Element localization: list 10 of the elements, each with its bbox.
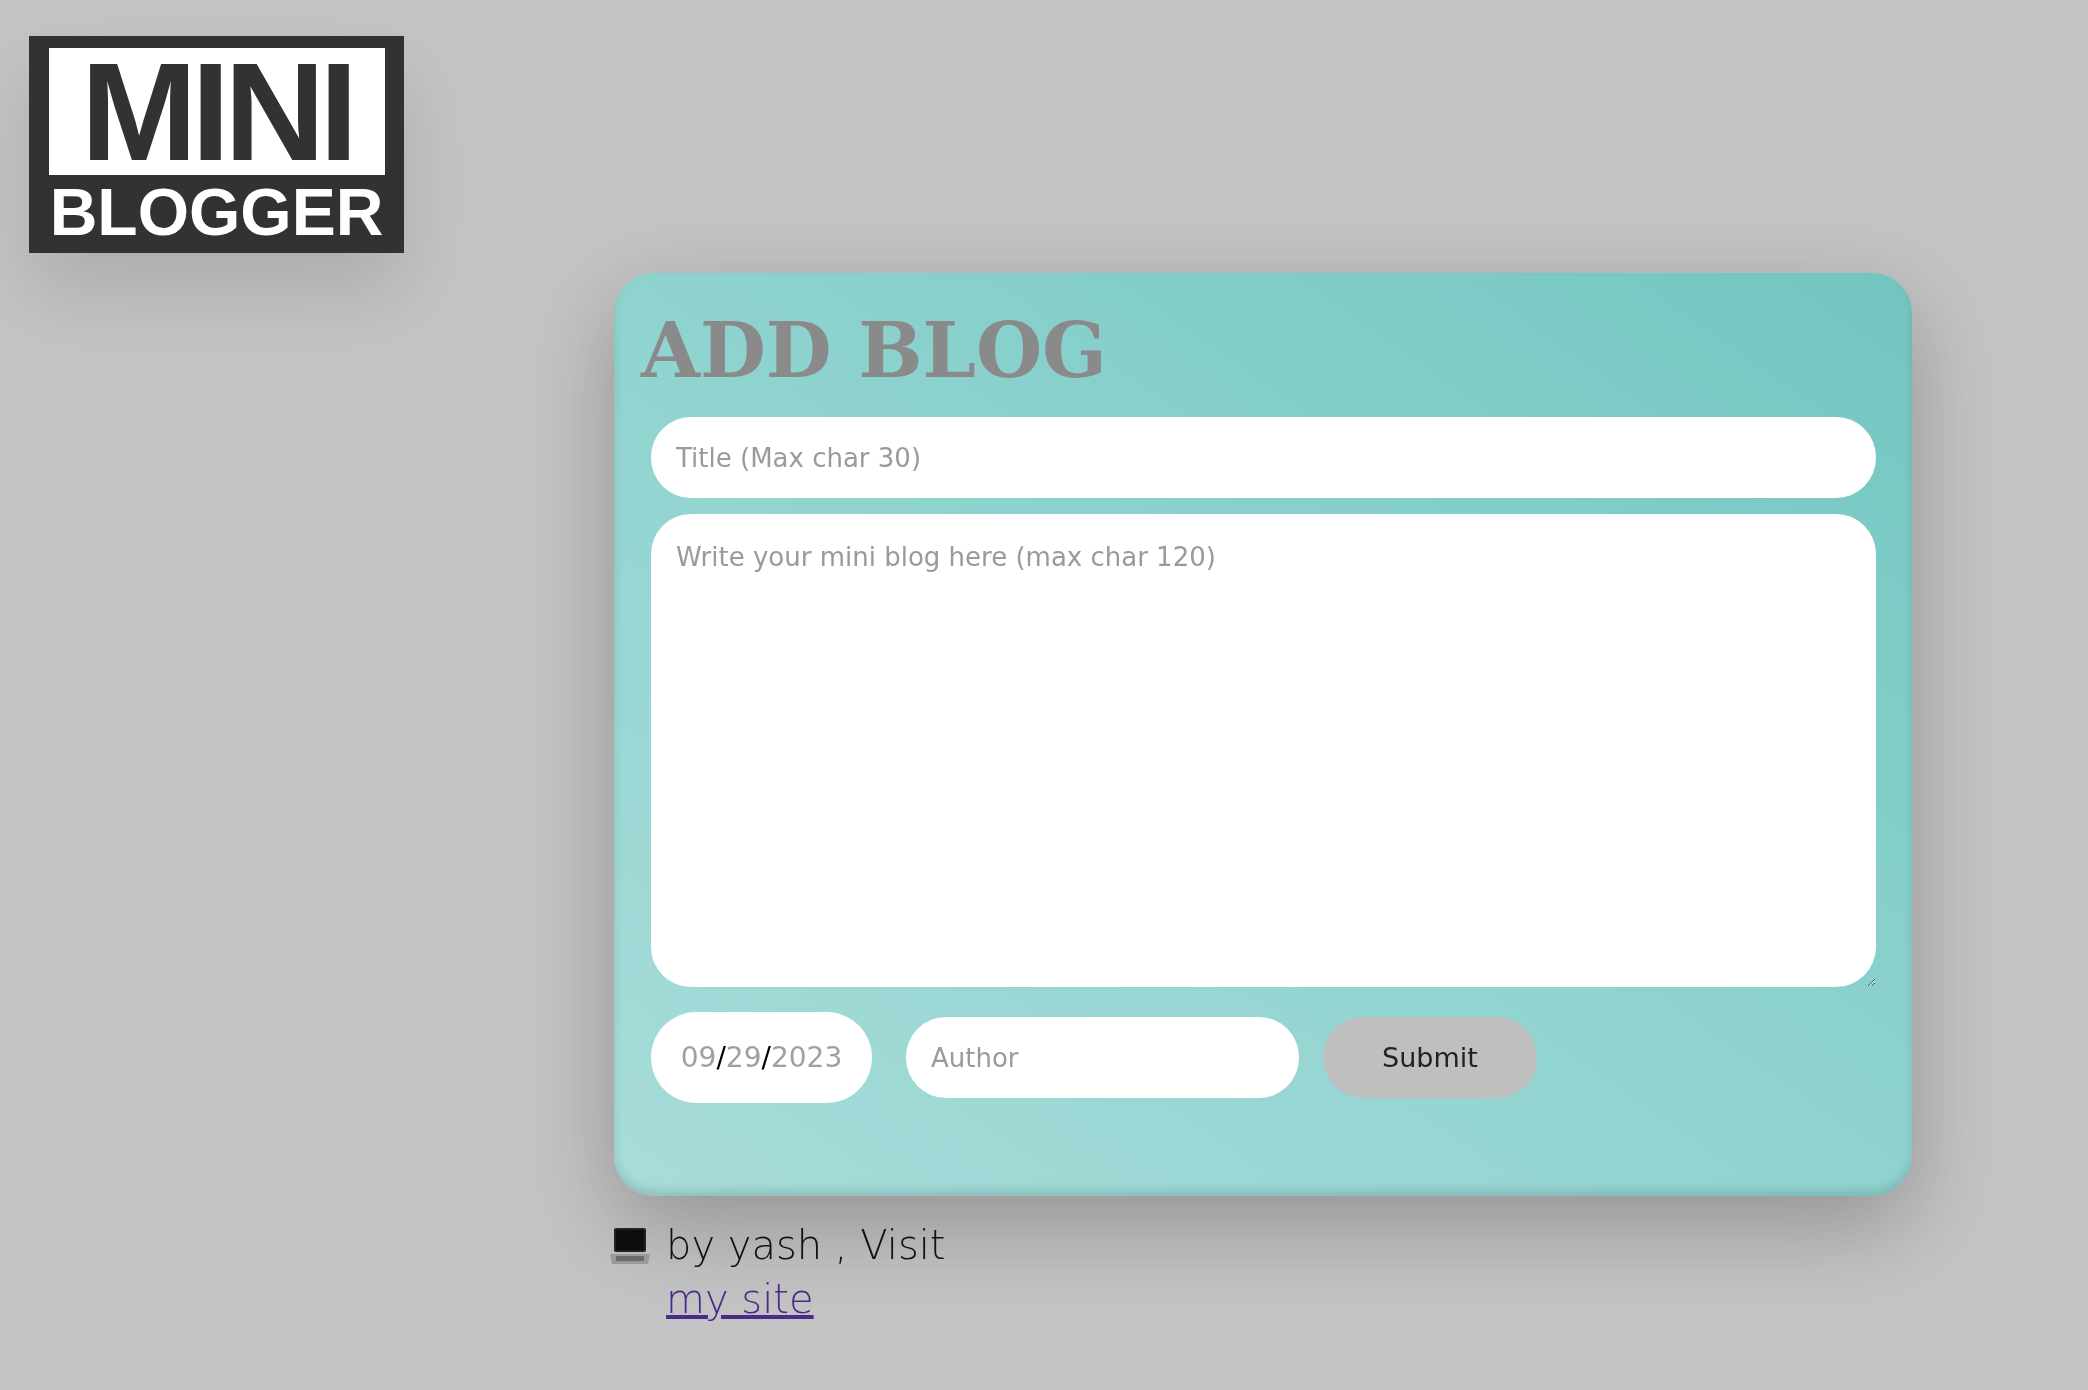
submit-button[interactable]: Submit	[1323, 1017, 1537, 1098]
footer-text: by yash , Visit my site	[666, 1221, 947, 1324]
author-field[interactable]: Author	[906, 1017, 1299, 1098]
title-field[interactable]: Title (Max char 30)	[651, 417, 1876, 498]
logo: MINI BLOGGER	[29, 36, 404, 253]
laptop-icon	[608, 1226, 652, 1266]
form-title: ADD BLOG	[641, 305, 1109, 397]
site-link[interactable]: my site	[666, 1276, 814, 1322]
date-field[interactable]: 09/29/2023	[651, 1012, 872, 1103]
blog-text-area[interactable]: Write your mini blog here (max char 120)	[651, 514, 1876, 987]
